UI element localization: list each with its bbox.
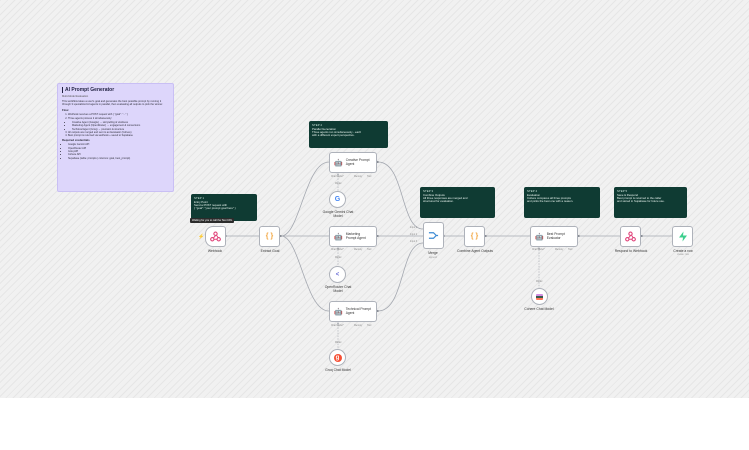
robot-icon: 🤖 bbox=[334, 159, 343, 167]
port-input-1: Input 1 bbox=[410, 227, 418, 229]
port-chat-model: Chat Model* bbox=[331, 249, 344, 251]
creative-agent-label: Creative Prompt Agent bbox=[345, 157, 370, 166]
step-1-note[interactable]: STEP 1 Entry Point Send a POST request w… bbox=[191, 194, 257, 221]
webhook-node[interactable] bbox=[205, 226, 226, 247]
note-credentials-heading: Required credentials bbox=[62, 138, 90, 143]
cohere-model-label: Cohere Chat Model bbox=[524, 307, 554, 311]
google-gemini-model-node[interactable]: G bbox=[329, 191, 346, 208]
workflow-description-note[interactable]: AI Prompt Generator Multi-Model Evaluati… bbox=[57, 83, 174, 192]
combine-outputs-node[interactable]: { } bbox=[464, 226, 485, 247]
note-credentials-list: Google Gemini API OpenRouter API Groq AP… bbox=[62, 143, 169, 159]
cohere-icon bbox=[536, 293, 543, 300]
technical-agent-node[interactable]: 🤖 Technical Prompt Agent bbox=[329, 301, 377, 322]
webhook-icon bbox=[625, 231, 636, 242]
workflow-canvas[interactable]: AI Prompt Generator Multi-Model Evaluati… bbox=[0, 0, 749, 398]
port-input-2: Input 2 bbox=[410, 234, 418, 236]
port-model: Model bbox=[335, 342, 342, 344]
code-icon: { } bbox=[470, 233, 479, 240]
merge-icon bbox=[428, 232, 439, 239]
marketing-agent-label: Marketing Prompt Agent bbox=[345, 231, 366, 240]
robot-icon: 🤖 bbox=[535, 233, 544, 241]
webhook-label: Webhook bbox=[207, 249, 223, 253]
flow-step: Best prompt is returned via webhook + sa… bbox=[68, 134, 169, 137]
openrouter-icon: < bbox=[335, 271, 340, 278]
port-memory: Memory bbox=[555, 249, 564, 251]
robot-icon: 🤖 bbox=[334, 308, 343, 316]
trigger-bolt-icon: ⚡ bbox=[198, 234, 205, 240]
creative-agent-node[interactable]: 🤖 Creative Prompt Agent bbox=[329, 152, 377, 173]
code-icon: { } bbox=[265, 233, 274, 240]
marketing-agent-node[interactable]: 🤖 Marketing Prompt Agent bbox=[329, 226, 377, 247]
port-input-3: Input 3 bbox=[410, 241, 418, 243]
step-line: { "goal": "your prompt goal here" } bbox=[194, 206, 236, 211]
note-flow-list-2: All outputs are merged and sent to an Ev… bbox=[62, 131, 169, 138]
port-tool: Tool bbox=[367, 325, 372, 327]
technical-agent-label: Technical Prompt Agent bbox=[345, 306, 372, 315]
note-flow-sublist: Creative Agent (Google) → storytelling &… bbox=[62, 121, 169, 131]
port-model: Model bbox=[335, 183, 342, 185]
webhook-icon bbox=[210, 231, 221, 242]
merge-label: Merge bbox=[428, 251, 438, 255]
note-title: AI Prompt Generator bbox=[62, 87, 169, 93]
port-memory: Memory bbox=[354, 176, 363, 178]
flow-step: Three agents process it simultaneously: bbox=[68, 117, 169, 120]
note-description: This workflow takes a user's goal and ge… bbox=[62, 100, 163, 107]
supabase-node[interactable] bbox=[672, 226, 693, 247]
step-4-note[interactable]: STEP 4 Evaluation Cohere compares all th… bbox=[524, 187, 600, 218]
extract-goal-node[interactable]: { } bbox=[259, 226, 280, 247]
note-flow-heading: Flow bbox=[62, 108, 69, 113]
respond-webhook-label: Respond to Webhook bbox=[614, 249, 648, 253]
step-2-note[interactable]: STEP 2 Parallel Generation Three agents … bbox=[309, 121, 388, 148]
step-line: and picks the best one with a reason. bbox=[527, 199, 574, 204]
extract-goal-label: Extract Goal bbox=[260, 249, 280, 253]
waiting-badge: Waiting for you to call the Test URL bbox=[190, 218, 235, 223]
port-memory: Memory bbox=[354, 249, 363, 251]
port-chat-model: Chat Model* bbox=[532, 249, 545, 251]
port-tool: Tool bbox=[568, 249, 573, 251]
port-memory: Memory bbox=[354, 325, 363, 327]
merge-node[interactable] bbox=[423, 222, 444, 249]
step-line: and stored in Supabase for future use. bbox=[617, 199, 665, 204]
combine-outputs-label: Combine Agent Outputs bbox=[456, 249, 494, 253]
port-tool: Tool bbox=[367, 176, 372, 178]
port-model: Model bbox=[335, 257, 342, 259]
cohere-model-node[interactable] bbox=[531, 288, 548, 305]
groq-model-node[interactable]: g bbox=[329, 349, 346, 366]
page-footer-blank bbox=[0, 398, 749, 450]
merge-sublabel: append bbox=[429, 256, 437, 259]
respond-webhook-node[interactable] bbox=[620, 226, 641, 247]
google-model-label: Google Gemini Chat Model bbox=[322, 210, 354, 218]
port-chat-model: Chat Model* bbox=[331, 176, 344, 178]
openrouter-model-label: OpenRouter Chat Model bbox=[324, 285, 352, 293]
port-model: Model bbox=[536, 281, 543, 283]
groq-icon: g bbox=[333, 353, 342, 362]
google-icon: G bbox=[334, 196, 341, 203]
note-flow-list: Webhook receives a POST request with { "… bbox=[62, 113, 169, 120]
openrouter-model-node[interactable]: < bbox=[329, 266, 346, 283]
robot-icon: 🤖 bbox=[334, 233, 343, 241]
step-line: structured for evaluation. bbox=[423, 199, 454, 204]
groq-model-label: Groq Chat Model bbox=[325, 368, 351, 372]
step-3-note[interactable]: STEP 3 Combine Outputs All three respons… bbox=[420, 187, 495, 218]
evaluator-label: Best Prompt Evaluator bbox=[546, 231, 565, 240]
note-subtitle: Multi-Model Evaluation bbox=[62, 95, 89, 98]
evaluator-agent-node[interactable]: 🤖 Best Prompt Evaluator bbox=[530, 226, 578, 247]
credential-item: Supabase (table: prompts | columns: goal… bbox=[68, 157, 169, 160]
port-chat-model: Chat Model* bbox=[331, 325, 344, 327]
step-line: with a different expert perspective. bbox=[312, 133, 355, 138]
port-tool: Tool bbox=[367, 249, 372, 251]
step-5-note[interactable]: STEP 5 Save & Respond Best prompt is ret… bbox=[614, 187, 687, 218]
supabase-sublabel: create: row bbox=[677, 253, 689, 256]
supabase-icon bbox=[678, 231, 687, 242]
